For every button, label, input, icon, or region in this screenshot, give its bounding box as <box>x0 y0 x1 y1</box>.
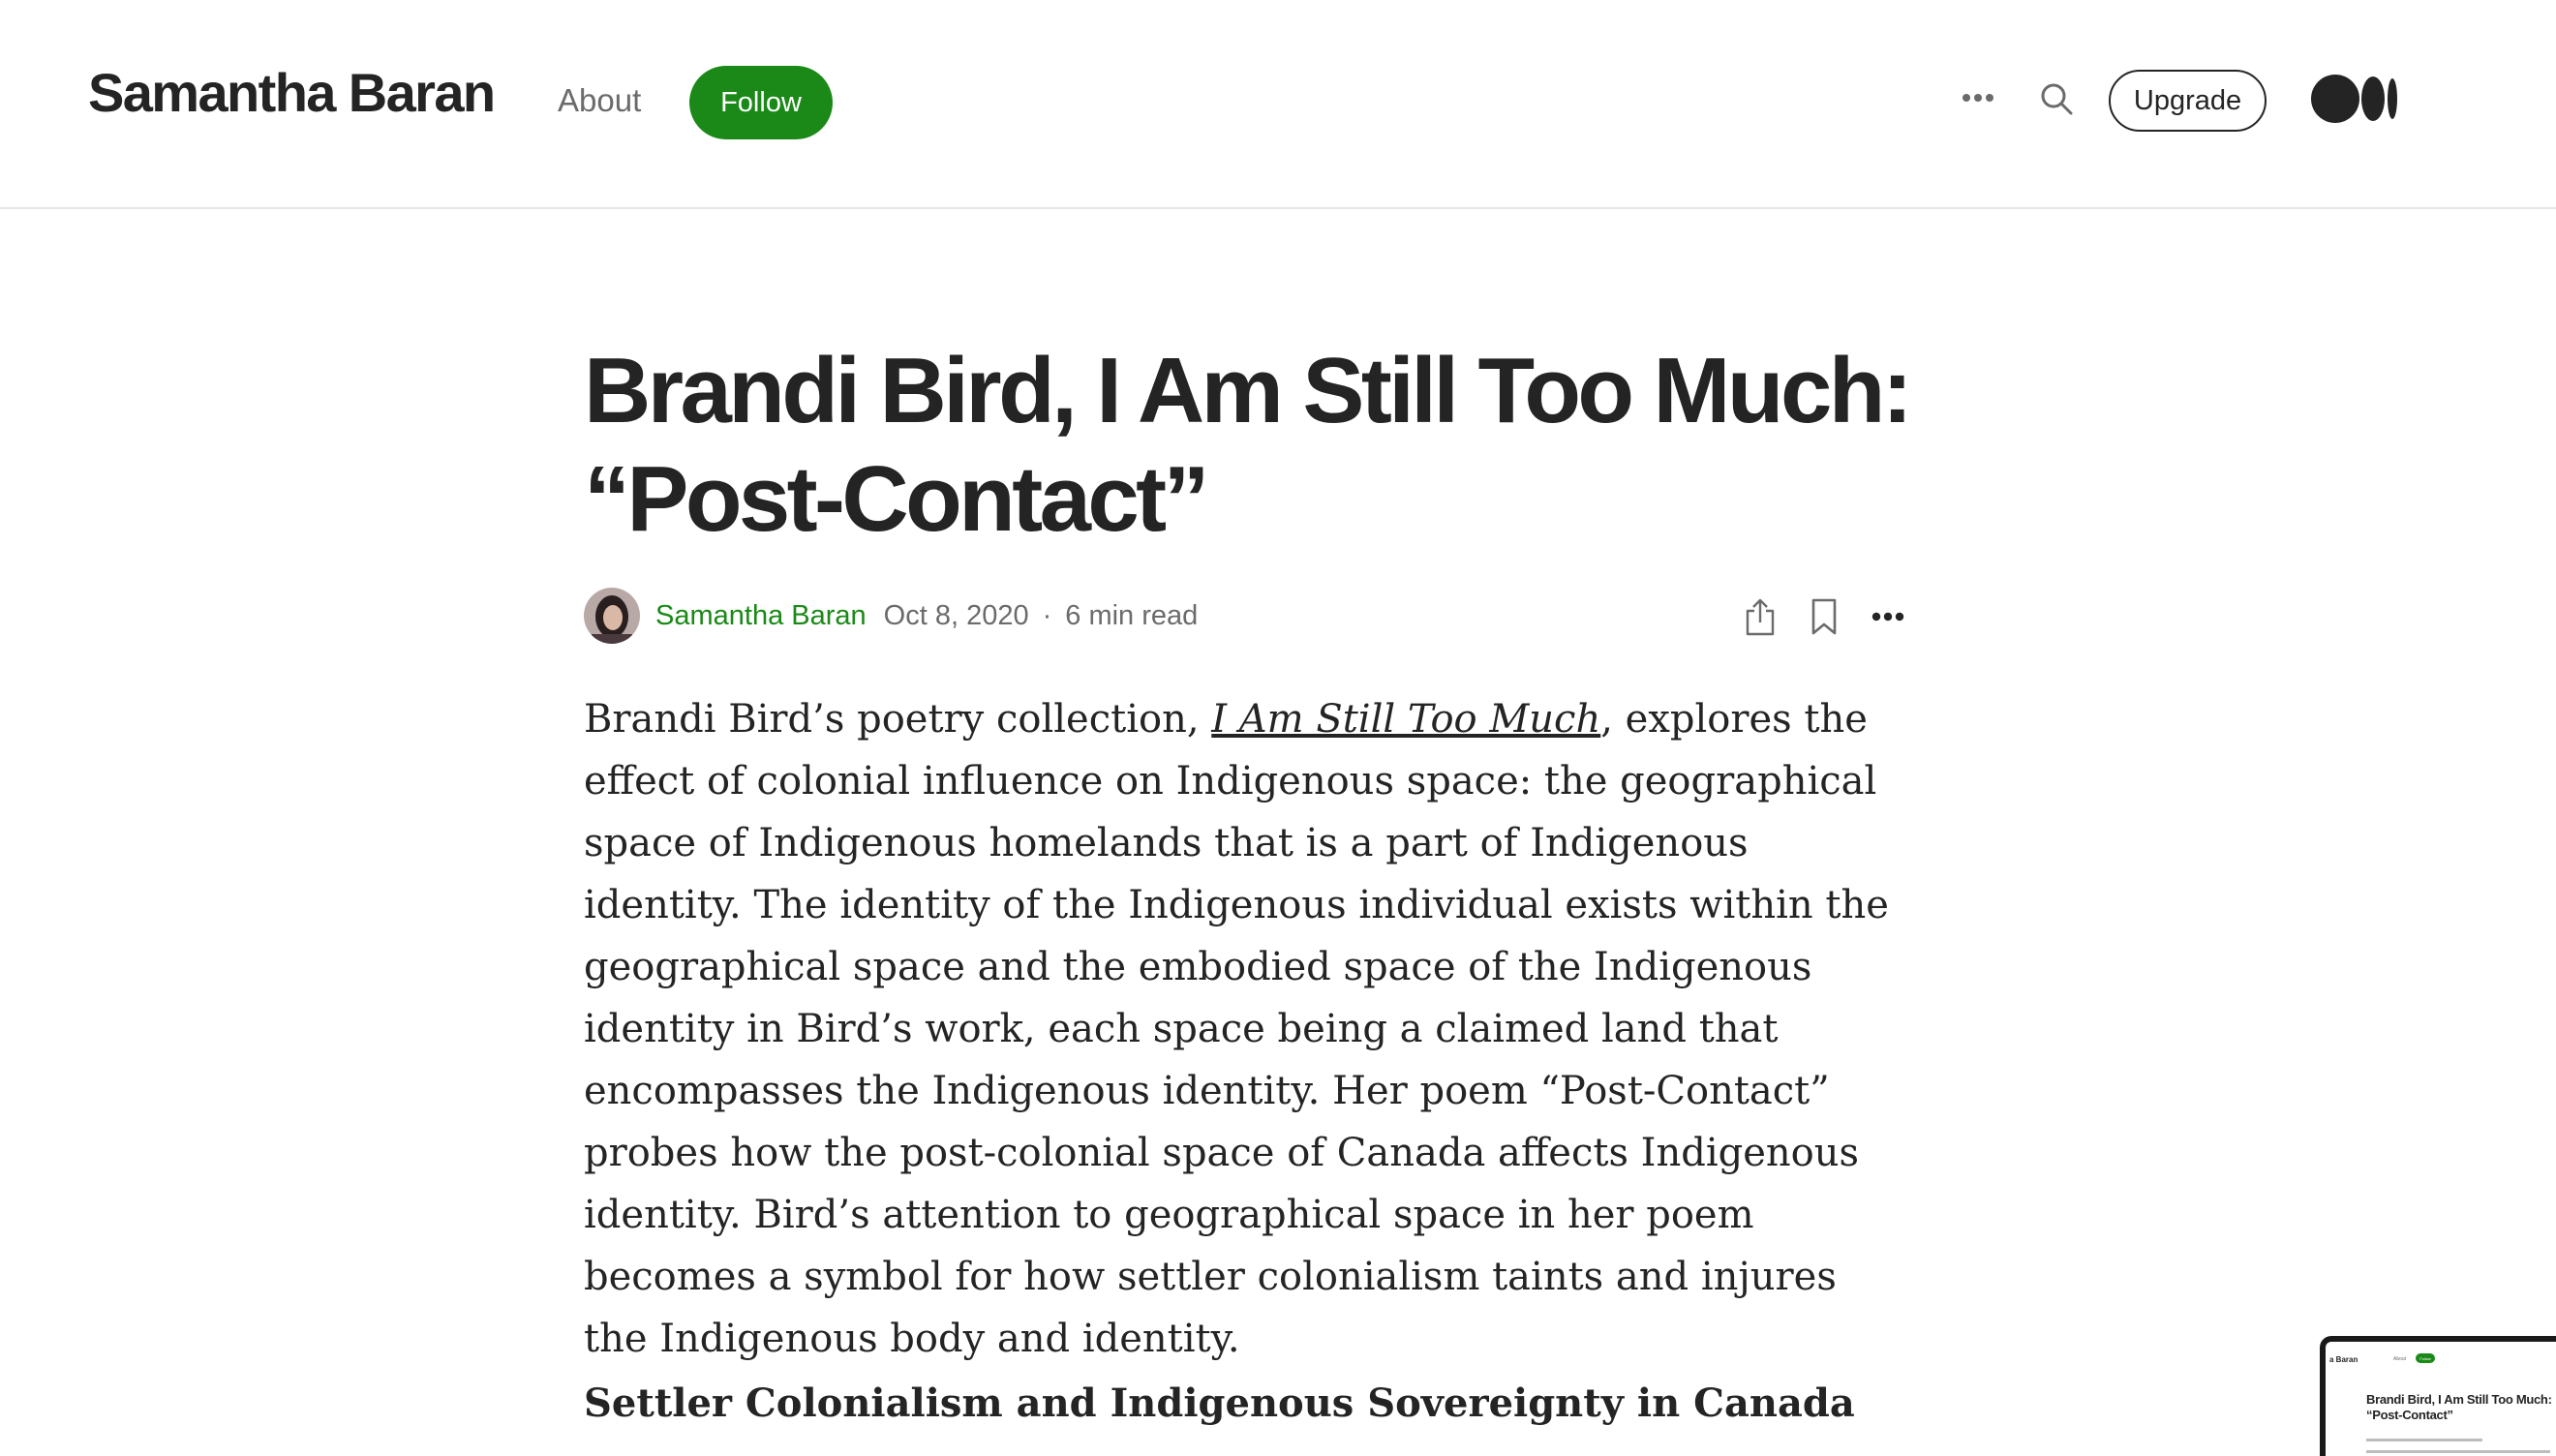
book-title-link[interactable]: I Am Still Too Much <box>1211 697 1600 742</box>
author-name-link[interactable]: Samantha Baran <box>655 600 867 632</box>
article-title-line-2: “Post-Contact” <box>584 447 1210 551</box>
nav-about-link[interactable]: About <box>558 81 641 120</box>
read-time: 6 min read <box>1065 599 1199 631</box>
paragraph-text-start: Brandi Bird’s poetry collection, <box>584 697 1212 742</box>
share-icon[interactable] <box>1739 595 1781 638</box>
article-title: Brandi Bird, I Am Still Too Much: “Post-… <box>584 337 1920 554</box>
article-actions <box>1739 592 1931 641</box>
medium-logo-icon[interactable] <box>2310 74 2399 124</box>
section-heading: Settler Colonialism and Indigenous Sover… <box>584 1380 1855 1426</box>
preview-nav-about: About <box>2393 1356 2407 1362</box>
screen-preview-thumbnail: a Baran About Follow Brandi Bird, I Am S… <box>2320 1336 2556 1456</box>
upgrade-button[interactable]: Upgrade <box>2109 70 2267 132</box>
preview-follow-button: Follow <box>2416 1353 2435 1363</box>
preview-brand: a Baran <box>2329 1355 2358 1364</box>
follow-button[interactable]: Follow <box>689 66 833 139</box>
top-header: Samantha Baran About Follow Upgrade <box>0 0 2556 209</box>
more-options-icon[interactable] <box>1867 595 1909 638</box>
meta-separator: · <box>1042 599 1052 631</box>
search-icon[interactable] <box>2039 81 2074 116</box>
preview-text-line <box>2366 1450 2550 1453</box>
article-paragraph: Brandi Bird’s poetry collection, I Am St… <box>584 688 1901 1370</box>
bookmark-icon[interactable] <box>1803 595 1845 638</box>
article-title-line-1: Brandi Bird, I Am Still Too Much: <box>584 339 1913 442</box>
publish-date: Oct 8, 2020 <box>883 599 1029 631</box>
publication-brand[interactable]: Samantha Baran <box>88 58 496 128</box>
article-meta: Samantha Baran Oct 8, 2020 · 6 min read <box>584 587 1198 645</box>
paragraph-text-rest: , explores the effect of colonial influe… <box>584 697 1889 1361</box>
preview-text-line <box>2366 1439 2482 1441</box>
author-avatar[interactable] <box>584 588 640 644</box>
preview-title: Brandi Bird, I Am Still Too Much: “Post-… <box>2366 1392 2552 1422</box>
preview-page: a Baran About Follow Brandi Bird, I Am S… <box>2326 1342 2556 1456</box>
more-horizontal-icon[interactable] <box>1958 77 1998 118</box>
